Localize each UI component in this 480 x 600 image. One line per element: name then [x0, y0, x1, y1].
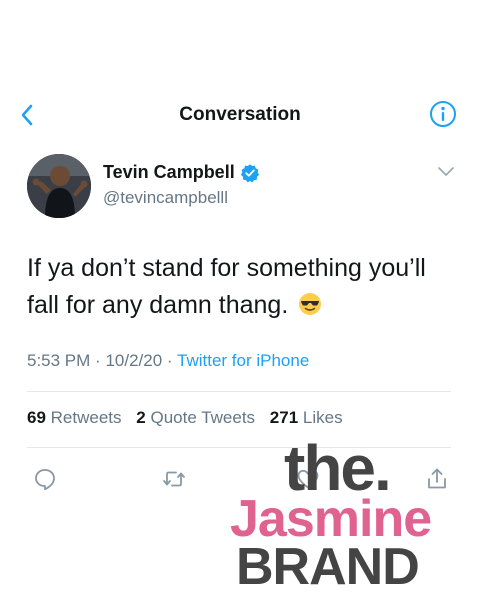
user-handle[interactable]: @tevincampbelll	[103, 188, 228, 208]
watermark-brand: BRAND	[236, 538, 420, 596]
divider	[27, 391, 451, 392]
page-title: Conversation	[179, 104, 301, 125]
avatar[interactable]	[27, 154, 91, 218]
tweet-body: If ya don’t stand for something you’ll f…	[27, 254, 426, 319]
retweets-label: Retweets	[50, 408, 122, 427]
tweet-date: 10/2/20	[105, 351, 163, 370]
likes-stat[interactable]: 271 Likes	[270, 408, 343, 427]
reply-icon	[35, 469, 55, 491]
verified-badge-icon	[240, 164, 260, 183]
reply-button[interactable]	[32, 466, 58, 492]
likes-label: Likes	[302, 408, 343, 427]
chevron-down-icon[interactable]	[437, 166, 455, 178]
tweet-time: 5:53 PM	[27, 351, 91, 370]
retweet-icon	[163, 471, 185, 487]
info-button[interactable]	[429, 100, 457, 128]
watermark-logo: the. Jasmine BRAND	[222, 436, 480, 600]
quotes-count: 2	[136, 408, 146, 427]
nav-bar: Conversation	[0, 96, 480, 136]
display-name[interactable]: Tevin Campbell	[103, 162, 235, 183]
meta-separator: ·	[166, 351, 173, 370]
profile-photo	[27, 154, 91, 218]
tweet-source-link[interactable]: Twitter for iPhone	[177, 351, 309, 370]
meta-separator: ·	[95, 351, 101, 370]
quotes-label: Quote Tweets	[150, 408, 256, 427]
likes-count: 271	[269, 408, 299, 427]
tweet-text: If ya don’t stand for something you’ll f…	[27, 250, 457, 324]
sunglasses-emoji-icon	[299, 293, 322, 315]
info-icon	[430, 101, 456, 127]
retweets-stat[interactable]: 69 Retweets	[27, 408, 122, 427]
retweets-count: 69	[27, 408, 46, 427]
tweet-meta: 5:53 PM · 10/2/20 · Twitter for iPhone	[27, 351, 309, 371]
quote-tweets-stat[interactable]: 2 Quote Tweets	[136, 408, 255, 427]
tweet-stats: 69 Retweets 2 Quote Tweets 271 Likes	[27, 408, 343, 428]
retweet-button[interactable]	[161, 466, 187, 492]
